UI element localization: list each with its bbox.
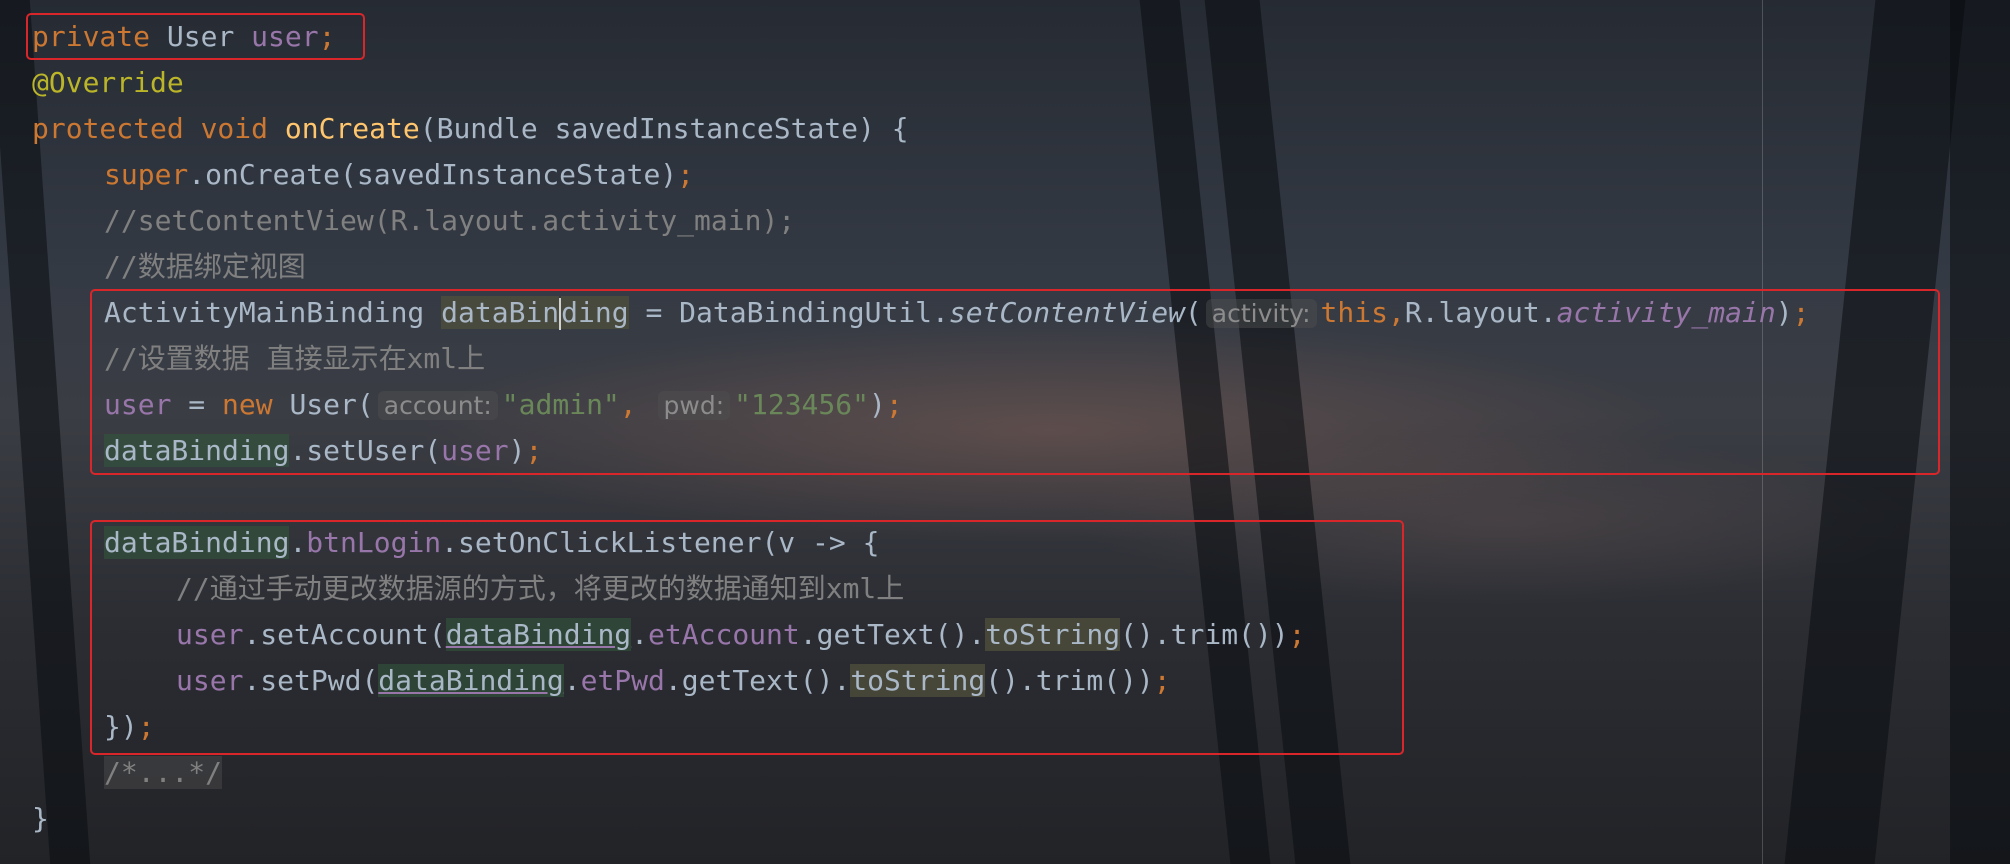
code-token: /*...*/ — [104, 756, 223, 789]
code-line[interactable]: /*...*/ — [0, 750, 2010, 796]
code-line[interactable]: @Override — [0, 60, 2010, 106]
code-line[interactable]: protected void onCreate(Bundle savedInst… — [0, 106, 2010, 152]
code-line[interactable]: super.onCreate(savedInstanceState); — [0, 152, 2010, 198]
code-token: @Override — [32, 66, 184, 99]
code-line[interactable]: //数据绑定视图 — [0, 244, 2010, 290]
code-token: (Bundle savedInstanceState) { — [419, 112, 909, 145]
highlight-box-listener — [90, 520, 1404, 755]
highlight-box-field — [26, 13, 365, 60]
code-line[interactable] — [0, 474, 2010, 520]
code-token: .onCreate(savedInstanceState) — [188, 158, 678, 191]
code-line[interactable]: //setContentView(R.layout.activity_main)… — [0, 198, 2010, 244]
code-token: protected — [32, 112, 184, 145]
code-token: super — [104, 158, 189, 191]
highlight-box-binding — [90, 289, 1940, 475]
code-token: onCreate — [284, 112, 420, 145]
code-token: //数据绑定视图 — [104, 250, 306, 283]
code-token: ; — [677, 158, 695, 191]
code-token: } — [32, 802, 49, 835]
code-token: void — [200, 112, 269, 145]
code-line[interactable]: } — [0, 796, 2010, 842]
code-token: //setContentView(R.layout.activity_main)… — [104, 204, 796, 237]
